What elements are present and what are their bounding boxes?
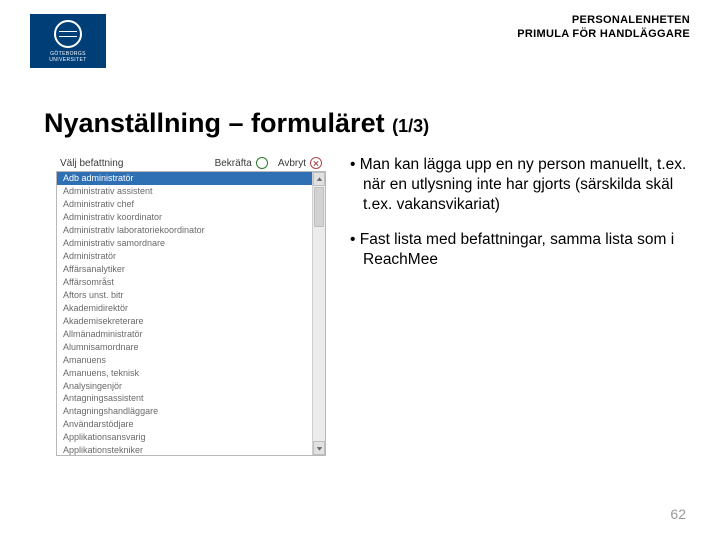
bullet-2: • Fast lista med befattningar, samma lis… [350,230,690,270]
subtitle-line: PRIMULA FÖR HANDLÄGGARE [517,28,690,42]
list-item[interactable]: Akademisekreterare [57,315,325,328]
list-item[interactable]: Administrativ samordnare [57,237,325,250]
list-item[interactable]: Alumnisamordnare [57,341,325,354]
confirm-action[interactable]: Bekräfta [215,157,268,169]
slide-title: Nyanställning – formuläret (1/3) [0,74,720,149]
list-item[interactable]: Affärsområst [57,276,325,289]
field-label: Välj befattning [60,158,123,169]
list-item[interactable]: Administrativ chef [57,198,325,211]
title-sub: (1/3) [392,116,429,136]
refresh-icon [256,157,268,169]
list-item[interactable]: Adb administratör [57,172,325,185]
cancel-label: Avbryt [278,158,306,169]
list-item[interactable]: Amanuens, teknisk [57,367,325,380]
list-item[interactable]: Administrativ koordinator [57,211,325,224]
scroll-up-button[interactable] [313,172,325,186]
list-item[interactable]: Applikationsansvarig [57,431,325,444]
list-item[interactable]: Administratör [57,250,325,263]
list-item[interactable]: Amanuens [57,354,325,367]
cancel-icon [310,157,322,169]
list-item[interactable]: Akademidirektör [57,302,325,315]
university-logo: GÖTEBORGS UNIVERSITET [30,14,106,68]
scroll-thumb[interactable] [314,187,324,227]
list-item[interactable]: Antagningshandläggare [57,405,325,418]
list-item[interactable]: Antagningsassistent [57,392,325,405]
list-item[interactable]: Aftors unst. bitr [57,289,325,302]
confirm-label: Bekräfta [215,158,252,169]
list-item[interactable]: Administrativ laboratoriekoordinator [57,224,325,237]
list-item[interactable]: Allmänadministratör [57,328,325,341]
list-item[interactable]: Användarstödjare [57,418,325,431]
title-main: Nyanställning – formuläret [44,108,392,138]
list-item[interactable]: Affärsanalytiker [57,263,325,276]
dept-line: PERSONALENHETEN [517,14,690,28]
list-item[interactable]: Applikationstekniker [57,444,325,456]
list-item[interactable]: Administrativ assistent [57,185,325,198]
header-right: PERSONALENHETEN PRIMULA FÖR HANDLÄGGARE [517,14,690,42]
bullet-list: • Man kan lägga upp en ny person manuell… [350,155,690,456]
cancel-action[interactable]: Avbryt [278,157,322,169]
seal-icon [54,20,82,48]
scroll-down-button[interactable] [313,441,325,455]
slide-header: GÖTEBORGS UNIVERSITET PERSONALENHETEN PR… [0,0,720,74]
list-item[interactable]: Analysingenjör [57,380,325,393]
role-listbox[interactable]: Adb administratörAdministrativ assistent… [56,171,326,456]
scrollbar[interactable] [312,172,325,455]
page-number: 62 [670,506,686,522]
form-screenshot: Välj befattning Bekräfta Avbryt Adb admi… [56,155,326,456]
logo-line2: UNIVERSITET [49,57,86,63]
bullet-1: • Man kan lägga upp en ny person manuell… [350,155,690,214]
